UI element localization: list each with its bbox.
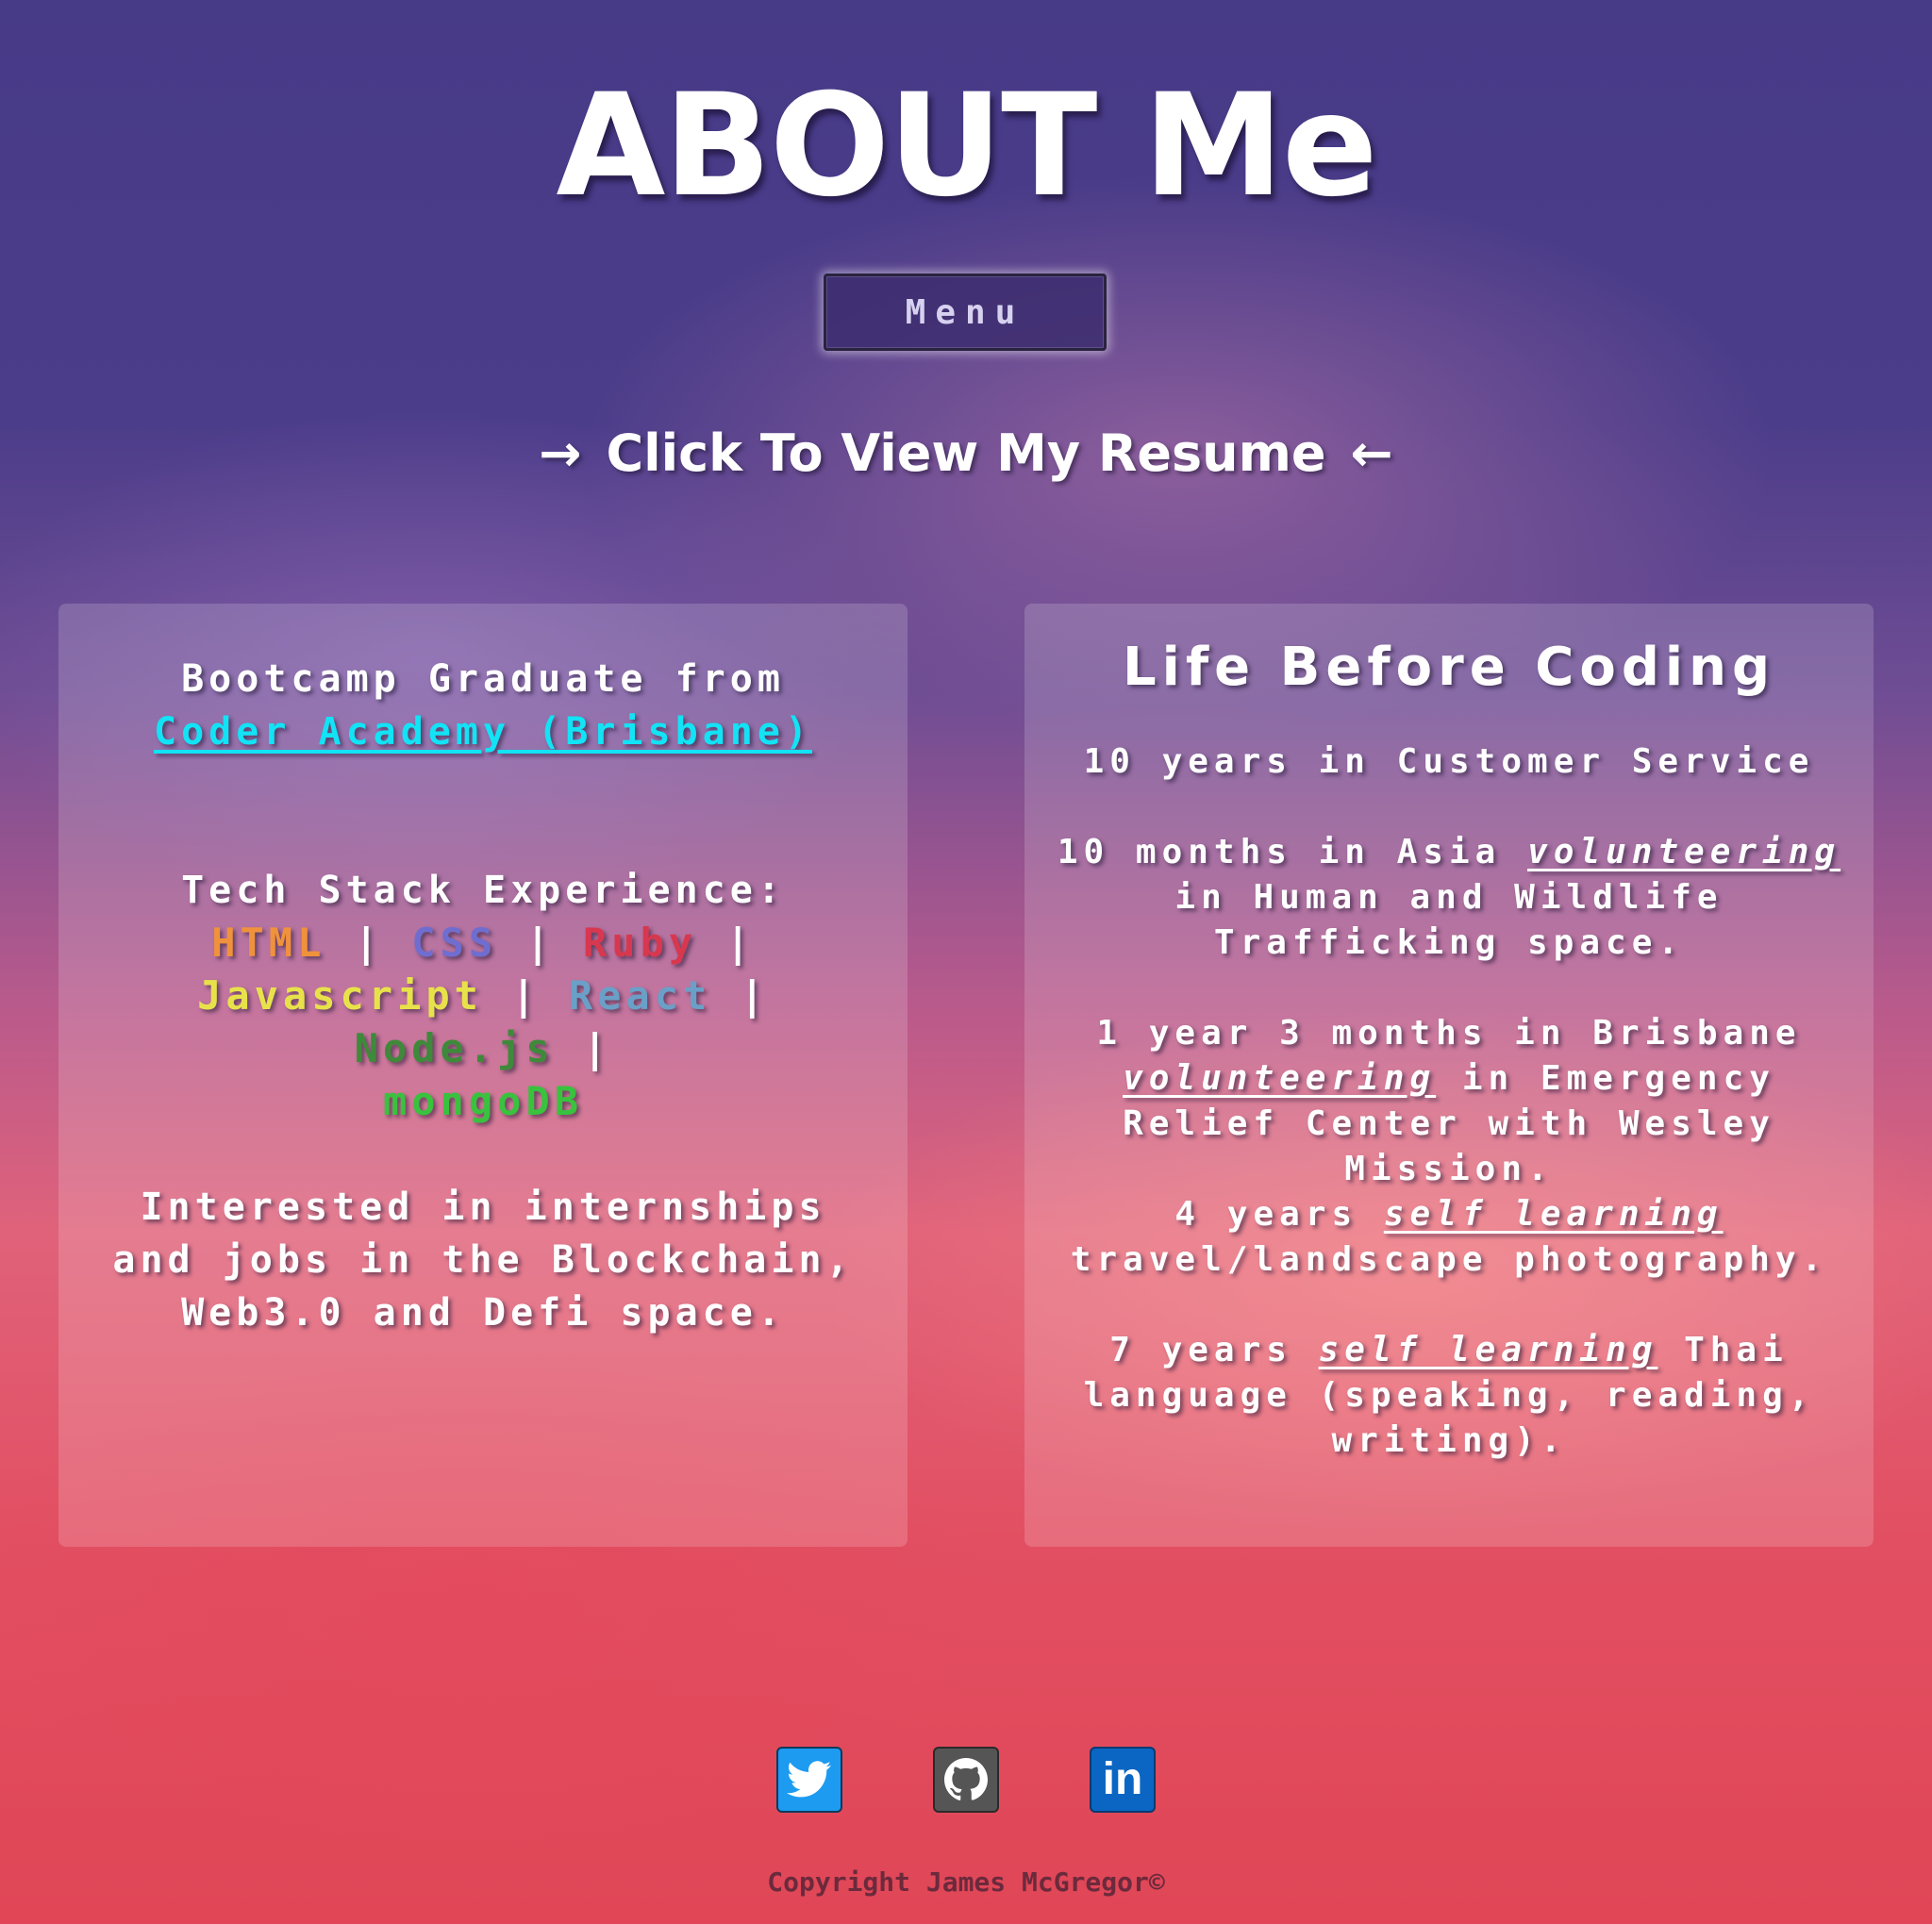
experience-item-4: 4 years self learning travel/landscape p… xyxy=(1041,1192,1857,1283)
item-emphasis: volunteering xyxy=(1123,1059,1437,1098)
arrow-right-icon: → xyxy=(539,423,582,483)
coder-academy-link[interactable]: Coder Academy (Brisbane) xyxy=(154,710,812,754)
tech-separator: | xyxy=(740,972,769,1019)
tech-separator: | xyxy=(525,920,555,966)
tech-stack-heading: Tech Stack Experience: xyxy=(181,869,785,912)
experience-item-3: 1 year 3 months in Brisbane volunteering… xyxy=(1041,1011,1857,1192)
tech-separator: | xyxy=(354,920,383,966)
page-title: ABOUT Me xyxy=(556,64,1377,228)
copyright-text: Copyright James McGregor© xyxy=(767,1866,1165,1898)
item-emphasis: self learning xyxy=(1383,1195,1724,1234)
item-text: 4 years xyxy=(1174,1195,1384,1234)
life-before-coding-card: Life Before Coding 10 years in Customer … xyxy=(1024,604,1874,1547)
about-card: Bootcamp Graduate from Coder Academy (Br… xyxy=(58,604,908,1547)
item-text: 7 years xyxy=(1109,1331,1319,1369)
tech-stack-line-2: Javascript | React | Node.js | xyxy=(87,970,879,1075)
item-emphasis: volunteering xyxy=(1527,833,1841,871)
twitter-link[interactable] xyxy=(776,1747,842,1813)
twitter-icon xyxy=(787,1761,831,1798)
tech-react: React xyxy=(568,972,712,1019)
item-text: 1 year 3 months in Brisbane xyxy=(1096,1014,1802,1053)
linkedin-link[interactable]: in xyxy=(1090,1747,1156,1813)
item-text: travel/landscape photography. xyxy=(1070,1240,1828,1279)
github-icon xyxy=(944,1758,988,1800)
social-links: in xyxy=(0,1747,1932,1815)
item-text: 10 months in Asia xyxy=(1057,833,1528,871)
bootcamp-text: Bootcamp Graduate from xyxy=(181,657,785,701)
arrow-left-icon: ← xyxy=(1350,423,1393,483)
tech-separator: | xyxy=(725,920,755,966)
tech-stack-line-3: mongoDB xyxy=(87,1075,879,1128)
tech-javascript: Javascript xyxy=(197,972,483,1019)
tech-nodejs: Node.js xyxy=(354,1025,555,1071)
experience-item-5: 7 years self learning Thai language (spe… xyxy=(1041,1328,1857,1464)
menu-button[interactable]: Menu xyxy=(824,274,1107,351)
tech-separator: | xyxy=(511,972,541,1019)
github-link[interactable] xyxy=(933,1747,999,1813)
resume-link-label: Click To View My Resume xyxy=(606,423,1326,483)
life-before-coding-title: Life Before Coding xyxy=(1122,637,1776,698)
tech-ruby: Ruby xyxy=(583,920,698,966)
tech-css: CSS xyxy=(411,920,498,966)
tech-separator: | xyxy=(583,1025,612,1071)
linkedin-icon: in xyxy=(1102,1754,1143,1804)
bootcamp-block: Bootcamp Graduate from Coder Academy (Br… xyxy=(87,653,879,758)
tech-mongodb: mongoDB xyxy=(382,1078,583,1124)
interest-text: Interested in internships and jobs in th… xyxy=(112,1186,854,1335)
item-text: in Human and Wildlife Trafficking space. xyxy=(1174,878,1724,962)
tech-stack-line-1: HTML | CSS | Ruby | xyxy=(87,917,879,970)
item-emphasis: self learning xyxy=(1318,1331,1658,1369)
tech-stack-block: Tech Stack Experience: HTML | CSS | Ruby… xyxy=(87,864,879,1128)
tech-html: HTML xyxy=(211,920,326,966)
experience-item-2: 10 months in Asia volunteering in Human … xyxy=(1041,830,1857,966)
resume-link[interactable]: → Click To View My Resume ← xyxy=(0,415,1932,490)
experience-item-1: 10 years in Customer Service xyxy=(1083,742,1815,781)
